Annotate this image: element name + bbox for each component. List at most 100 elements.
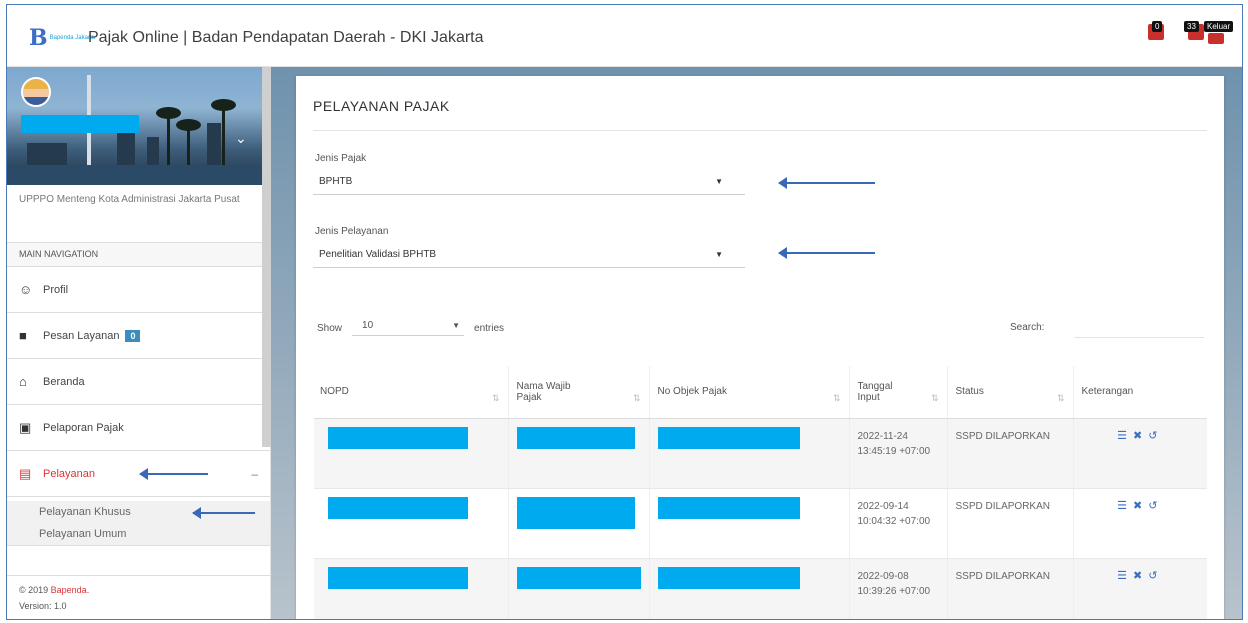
version-text: Version: 1.0 bbox=[19, 601, 67, 611]
chat-icon: ■ bbox=[19, 328, 27, 343]
show-label: Show bbox=[317, 322, 343, 334]
caret-down-icon: ▼ bbox=[715, 177, 723, 186]
jenis-pajak-label: Jenis Pajak bbox=[315, 153, 367, 164]
main-card: PELAYANAN PAJAK Jenis Pajak BPHTB ▼ Jeni… bbox=[296, 76, 1224, 619]
message-notification-button[interactable]: 0 bbox=[1142, 20, 1168, 46]
resend-icon[interactable]: ↺ bbox=[1148, 430, 1163, 442]
page-title: PELAYANAN PAJAK bbox=[313, 98, 450, 114]
annotation-arrow bbox=[778, 248, 875, 258]
detail-list-icon[interactable]: ☰ bbox=[1117, 500, 1133, 512]
column-header-status[interactable]: Status ⇅ bbox=[946, 366, 1073, 419]
jenis-pelayanan-select[interactable]: Penelitian Validasi BPHTB ▼ bbox=[313, 242, 745, 268]
annotation-arrow bbox=[139, 469, 208, 479]
status-cell: SSPD DILAPORKAN bbox=[946, 418, 1073, 489]
sort-icon: ⇅ bbox=[491, 392, 500, 403]
table-header-row: NOPD ⇅ Nama Wajib Pajak ⇅ No Objek Pajak ⇅ … bbox=[314, 366, 1207, 419]
user-icon: ☺ bbox=[19, 282, 33, 297]
nopd-cell bbox=[314, 488, 508, 559]
search-input[interactable] bbox=[1074, 310, 1204, 338]
keterangan-cell: ☰✖↺ bbox=[1072, 418, 1207, 489]
column-header-nama-wajib-pajak[interactable]: Nama Wajib Pajak ⇅ bbox=[507, 366, 649, 419]
no-objek-pajak-cell bbox=[648, 558, 849, 619]
collapse-icon[interactable]: – bbox=[251, 467, 258, 481]
sidebar-footer: © 2019 Bapenda. Version: 1.0 bbox=[7, 575, 270, 619]
entries-label: entries bbox=[474, 322, 505, 334]
avatar[interactable] bbox=[21, 77, 51, 107]
copyright-text: © 2019 bbox=[19, 585, 51, 595]
annotation-arrow bbox=[778, 178, 875, 188]
delete-icon[interactable]: ✖ bbox=[1133, 430, 1148, 442]
search-label: Search: bbox=[1010, 322, 1045, 333]
jenis-pelayanan-label: Jenis Pelayanan bbox=[315, 226, 389, 237]
sidebar-item-beranda[interactable]: ⌂ Beranda bbox=[7, 359, 270, 405]
notification-count-badge: 33 bbox=[1184, 21, 1199, 32]
detail-list-icon[interactable]: ☰ bbox=[1117, 570, 1133, 582]
chevron-down-icon[interactable]: ⌄ bbox=[235, 131, 247, 147]
jenis-pelayanan-value: Penelitian Validasi BPHTB bbox=[319, 249, 437, 260]
no-objek-pajak-cell bbox=[648, 418, 849, 489]
delete-icon[interactable]: ✖ bbox=[1133, 500, 1148, 512]
document-icon: ▤ bbox=[19, 465, 32, 481]
redacted-value bbox=[328, 566, 468, 589]
status-cell: SSPD DILAPORKAN bbox=[946, 558, 1073, 619]
keterangan-cell: ☰✖↺ bbox=[1072, 558, 1207, 619]
column-header-nopd[interactable]: NOPD ⇅ bbox=[314, 366, 508, 419]
sidebar-item-label: Beranda bbox=[43, 375, 85, 388]
show-entries-control: Show 10 ▼ entries bbox=[317, 320, 504, 336]
status-cell: SSPD DILAPORKAN bbox=[946, 488, 1073, 559]
column-header-keterangan: Keterangan bbox=[1072, 366, 1207, 419]
sidebar-subitem-pelayanan-umum[interactable]: Pelayanan Umum bbox=[7, 523, 270, 545]
table-row: 2022-09-14 10:04:32 +07:00 SSPD DILAPORK… bbox=[314, 488, 1207, 559]
entries-per-page-select[interactable]: 10 ▼ bbox=[352, 320, 465, 336]
sidebar-item-profil[interactable]: ☺ Profil bbox=[7, 267, 270, 313]
sort-icon: ⇅ bbox=[632, 392, 641, 403]
redacted-value bbox=[328, 426, 468, 449]
redacted-value bbox=[328, 496, 468, 519]
redacted-user-name bbox=[21, 115, 139, 133]
column-header-tanggal-input[interactable]: Tanggal Input ⇅ bbox=[848, 366, 947, 419]
app-title: Pajak Online | Badan Pendapatan Daerah -… bbox=[88, 29, 484, 46]
sidebar-item-label: Pesan Layanan bbox=[43, 329, 120, 342]
tanggal-input-cell: 2022-11-24 13:45:19 +07:00 bbox=[848, 418, 947, 489]
redacted-value bbox=[516, 496, 635, 529]
message-count-badge: 0 bbox=[1152, 21, 1163, 32]
sidebar-item-label: Pelayanan bbox=[43, 467, 95, 480]
tanggal-input-cell: 2022-09-08 10:39:26 +07:00 bbox=[848, 558, 947, 619]
sidebar-item-pelaporan-pajak[interactable]: ▣ Pelaporan Pajak bbox=[7, 405, 270, 451]
app-window: B Bapenda Jakarta Pajak Online | Badan P… bbox=[6, 4, 1243, 620]
delete-icon[interactable]: ✖ bbox=[1133, 570, 1148, 582]
table-row: 2022-09-08 10:39:26 +07:00 SSPD DILAPORK… bbox=[314, 558, 1207, 619]
brand-link[interactable]: Bapenda. bbox=[51, 585, 90, 595]
nama-wajib-pajak-cell bbox=[507, 418, 649, 489]
pelayanan-submenu: Pelayanan Khusus Pelayanan Umum bbox=[7, 501, 270, 546]
resend-icon[interactable]: ↺ bbox=[1148, 570, 1163, 582]
nopd-cell bbox=[314, 418, 508, 489]
column-header-no-objek-pajak[interactable]: No Objek Pajak ⇅ bbox=[648, 366, 849, 419]
caret-down-icon: ▼ bbox=[715, 250, 723, 259]
entries-per-page-value: 10 bbox=[362, 320, 374, 331]
notification-button[interactable]: 33 Keluar bbox=[1184, 20, 1234, 46]
sidebar-scrollbar[interactable] bbox=[262, 67, 271, 447]
redacted-value bbox=[516, 426, 635, 449]
top-header: B Bapenda Jakarta Pajak Online | Badan P… bbox=[7, 5, 1242, 67]
no-objek-pajak-cell bbox=[648, 488, 849, 559]
tanggal-input-cell: 2022-09-14 10:04:32 +07:00 bbox=[848, 488, 947, 559]
header-actions: 0 33 Keluar bbox=[1142, 20, 1234, 46]
jenis-pajak-select[interactable]: BPHTB ▼ bbox=[313, 169, 745, 195]
sidebar-item-label: Profil bbox=[43, 283, 69, 296]
logout-icon bbox=[1208, 33, 1224, 44]
logout-button[interactable]: Keluar bbox=[1204, 21, 1234, 32]
bapenda-logo[interactable]: B Bapenda Jakarta bbox=[29, 27, 95, 49]
home-icon: ⌂ bbox=[19, 374, 27, 389]
pesan-count-badge: 0 bbox=[125, 329, 141, 342]
sidebar-item-pelayanan[interactable]: ▤ Pelayanan – bbox=[7, 451, 270, 497]
table-row: 2022-11-24 13:45:19 +07:00 SSPD DILAPORK… bbox=[314, 418, 1207, 489]
annotation-arrow bbox=[192, 508, 255, 518]
redacted-value bbox=[657, 566, 800, 589]
sort-icon: ⇅ bbox=[832, 392, 841, 403]
clipboard-icon: ▣ bbox=[19, 419, 32, 435]
sort-desc-icon: ⇅ bbox=[930, 392, 939, 403]
resend-icon[interactable]: ↺ bbox=[1148, 500, 1163, 512]
sidebar-item-pesan-layanan[interactable]: ■ Pesan Layanan 0 bbox=[7, 313, 270, 359]
detail-list-icon[interactable]: ☰ bbox=[1117, 430, 1133, 442]
